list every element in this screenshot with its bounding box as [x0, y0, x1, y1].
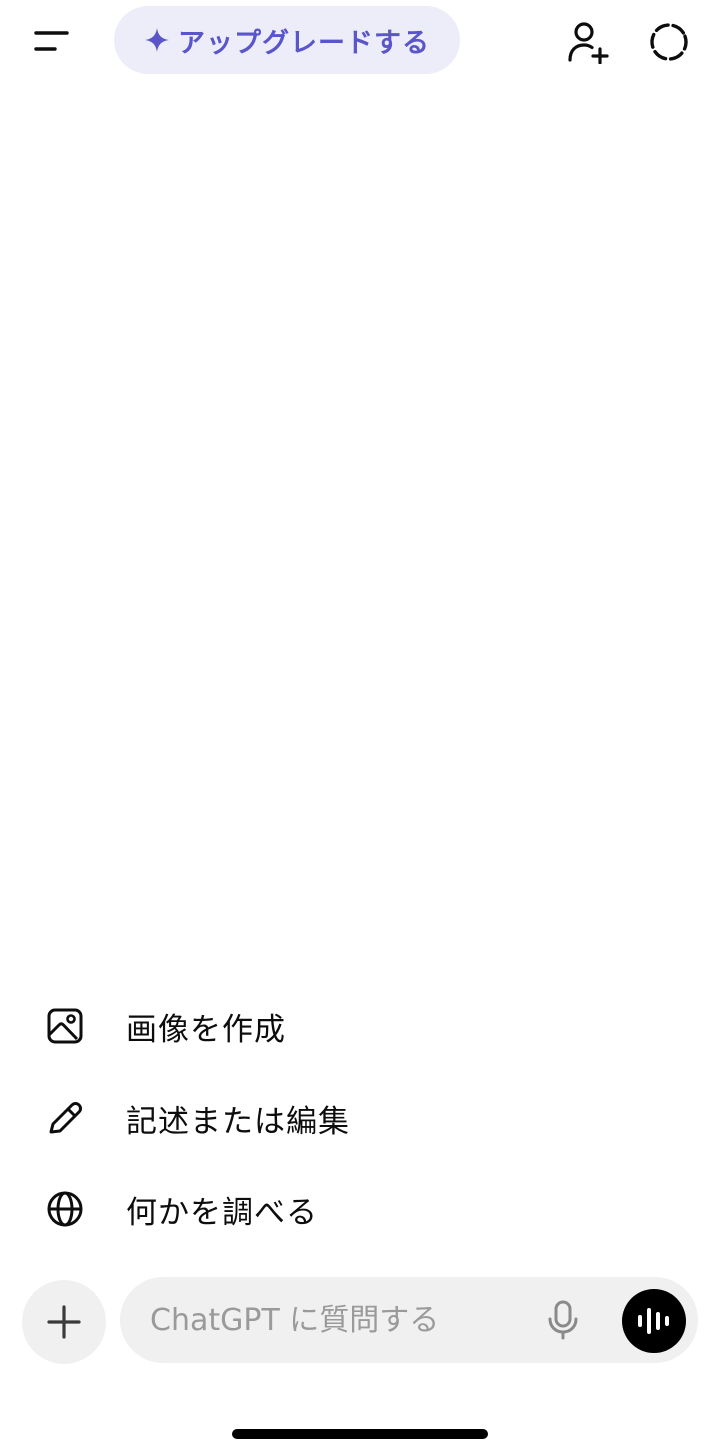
suggestion-create-image[interactable]: 画像を作成	[0, 980, 720, 1072]
add-user-button[interactable]	[560, 14, 616, 70]
image-icon	[44, 1005, 86, 1047]
sidebar-menu-icon	[34, 31, 69, 51]
suggestion-write-or-edit[interactable]: 記述または編集	[0, 1072, 720, 1164]
add-user-icon	[568, 22, 609, 64]
temporary-chat-button[interactable]	[641, 14, 697, 70]
sidebar-menu-button[interactable]	[20, 14, 84, 68]
composer	[0, 1276, 720, 1366]
voice-mode-icon	[638, 1308, 669, 1334]
top-bar: アップグレードする	[0, 0, 720, 84]
suggestion-label: 画像を作成	[126, 1011, 286, 1048]
suggestion-label: 何かを調べる	[126, 1194, 318, 1231]
voice-mode-button[interactable]	[622, 1289, 686, 1353]
dashed-circle-icon	[650, 23, 688, 61]
upgrade-label: アップグレードする	[178, 27, 430, 59]
home-indicator[interactable]	[232, 1429, 488, 1439]
sparkle-icon	[145, 28, 169, 52]
plus-icon	[47, 1305, 81, 1339]
microphone-icon	[548, 1300, 578, 1340]
attach-button[interactable]	[22, 1280, 106, 1364]
message-input[interactable]	[150, 1277, 530, 1363]
pencil-icon	[44, 1097, 86, 1139]
suggestion-label: 記述または編集	[126, 1103, 350, 1140]
globe-icon	[44, 1188, 86, 1230]
upgrade-button[interactable]: アップグレードする	[114, 6, 460, 74]
message-input-container	[120, 1277, 698, 1363]
suggestion-research[interactable]: 何かを調べる	[0, 1163, 720, 1255]
dictation-button[interactable]	[538, 1295, 588, 1345]
